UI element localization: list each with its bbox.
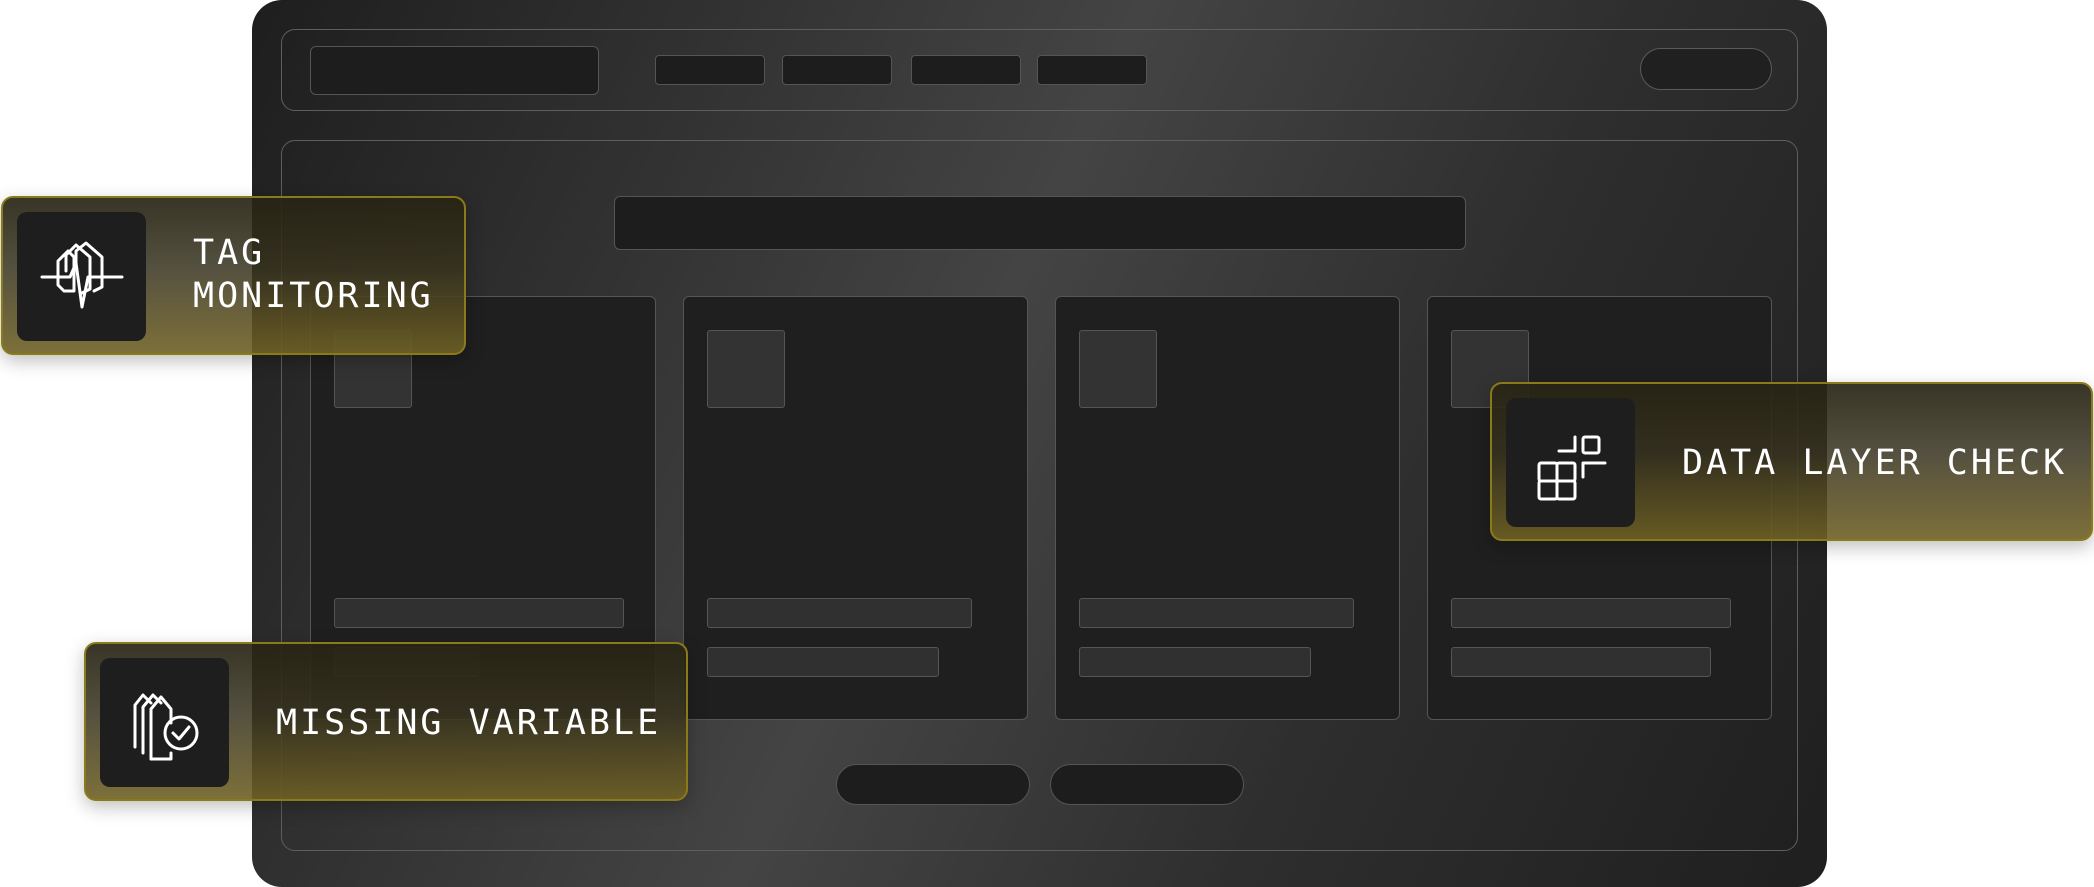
tag-label: DATA LAYER CHECK	[1682, 443, 2068, 483]
card-thumbnail	[707, 330, 785, 408]
nav-item-placeholder[interactable]	[911, 55, 1021, 85]
card-text-line	[707, 647, 939, 677]
card-text-line	[1079, 647, 1311, 677]
feature-tag-data-layer-check: DATA LAYER CHECK	[1490, 382, 2093, 541]
card-text-line	[707, 598, 972, 628]
footer-button-placeholder[interactable]	[836, 764, 1030, 805]
feature-tag-missing-variable: MISSING VARIABLE	[84, 642, 688, 801]
card-text-line	[1079, 598, 1354, 628]
card-text-line	[1451, 647, 1711, 677]
tag-label: MISSING VARIABLE	[276, 703, 662, 743]
tag-pulse-icon	[17, 212, 146, 341]
footer-button-placeholder[interactable]	[1050, 764, 1244, 805]
card-thumbnail	[1079, 330, 1157, 408]
tag-label: TAG MONITORING	[193, 233, 434, 316]
card-text-line	[1451, 598, 1731, 628]
card-placeholder[interactable]	[1055, 296, 1400, 720]
nav-item-placeholder[interactable]	[655, 55, 765, 85]
card-text-line	[334, 598, 624, 628]
data-blocks-icon	[1506, 398, 1635, 527]
logo-placeholder	[310, 46, 599, 95]
search-bar-placeholder[interactable]	[614, 196, 1466, 250]
card-placeholder[interactable]	[683, 296, 1028, 720]
header-action-button-placeholder[interactable]	[1640, 48, 1772, 90]
nav-item-placeholder[interactable]	[1037, 55, 1147, 85]
tags-check-icon	[100, 658, 229, 787]
nav-item-placeholder[interactable]	[782, 55, 892, 85]
feature-tag-tag-monitoring: TAG MONITORING	[1, 196, 466, 355]
